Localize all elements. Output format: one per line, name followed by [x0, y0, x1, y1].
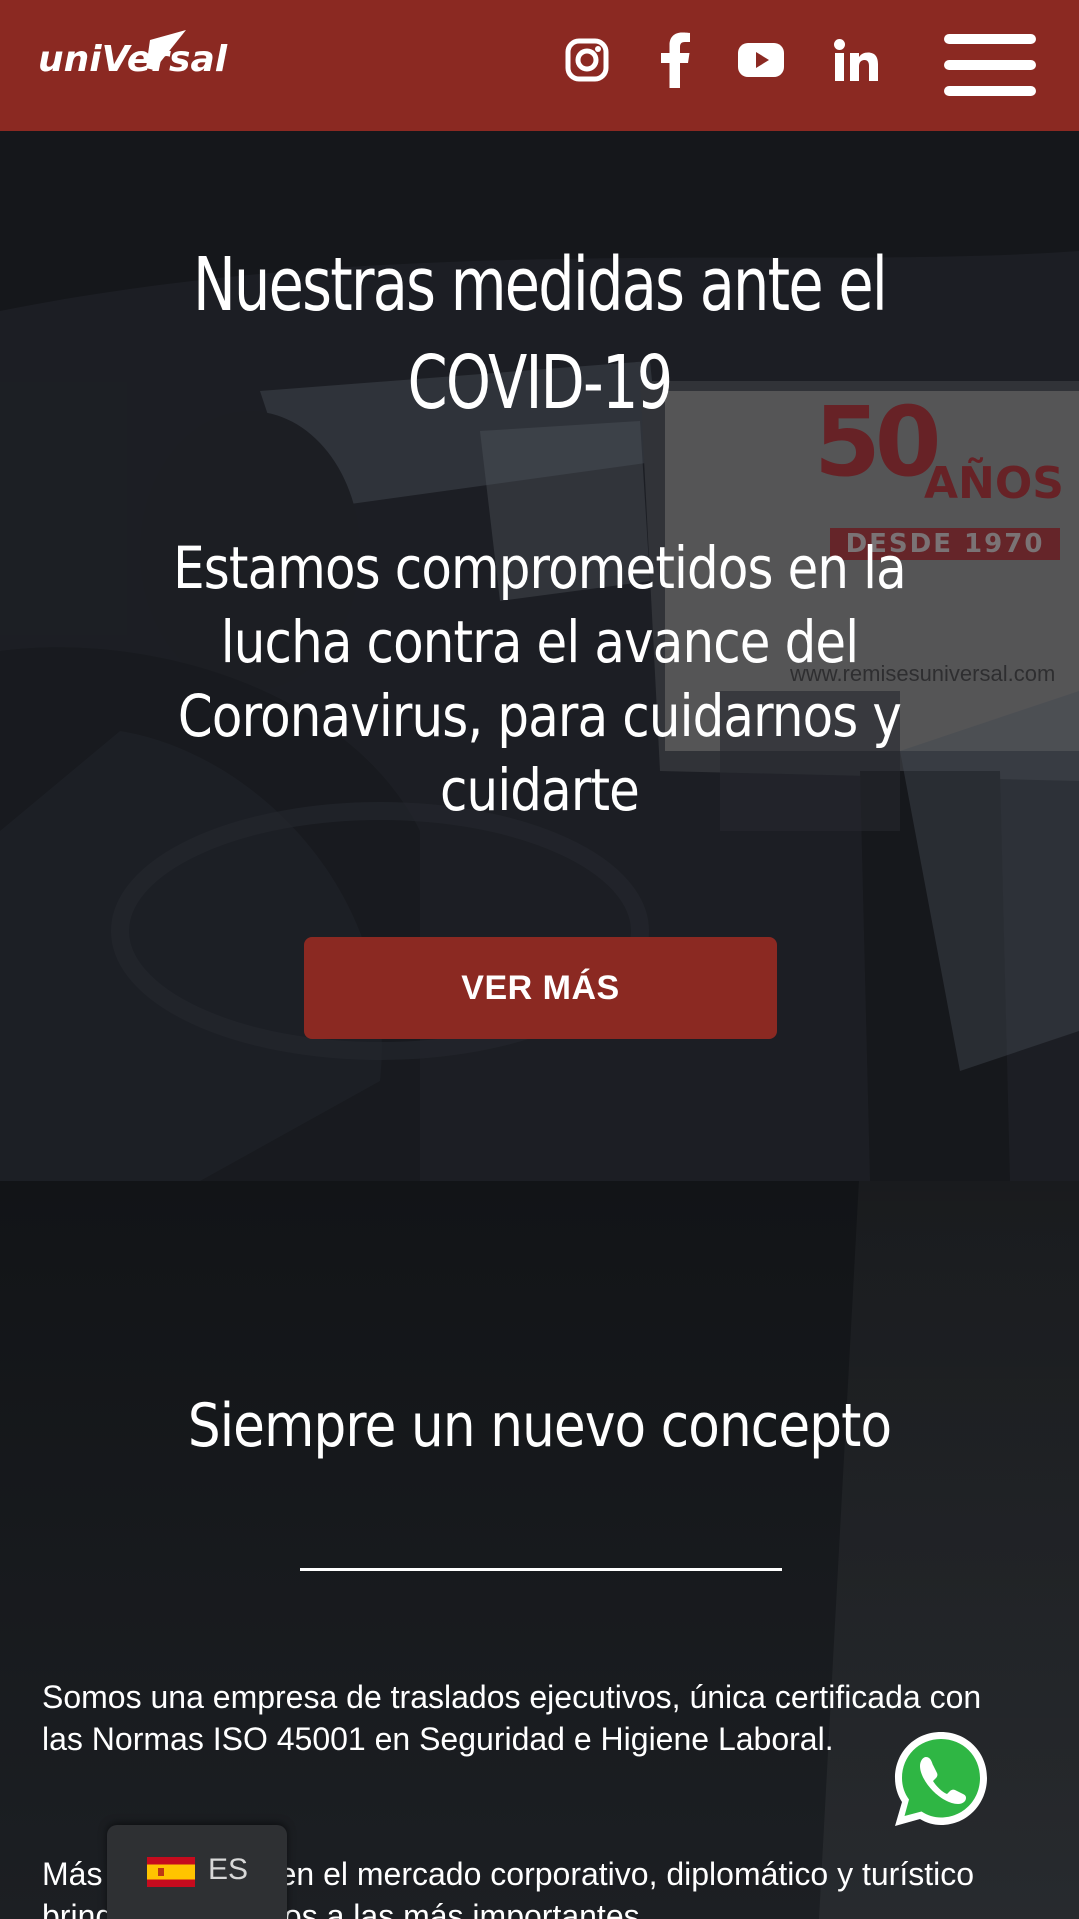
youtube-link[interactable] [733, 30, 789, 90]
hero-subtitle: Estamos comprometidos en la lucha contra… [173, 534, 907, 824]
menu-bar [944, 60, 1036, 70]
page: uniVersal 50 AÑOS DESDE 1970 www.remises… [0, 0, 1079, 1919]
whatsapp-icon [895, 1732, 987, 1826]
language-label: ES [208, 1853, 249, 1886]
facebook-link[interactable] [647, 30, 703, 90]
about-title: Siempre un nuevo concepto [187, 1391, 892, 1461]
instagram-icon [565, 38, 609, 82]
whatsapp-button[interactable] [886, 1724, 996, 1834]
linkedin-link[interactable] [828, 30, 884, 90]
site-header: uniVersal [0, 0, 1079, 131]
hamburger-menu-button[interactable] [944, 30, 1040, 100]
linkedin-icon [834, 39, 878, 81]
hero-section: 50 AÑOS DESDE 1970 www.remisesuniversal.… [0, 131, 1079, 1181]
facebook-icon [661, 32, 690, 88]
menu-bar [944, 86, 1036, 96]
spain-flag-icon [147, 1857, 195, 1887]
menu-bar [944, 34, 1036, 44]
instagram-link[interactable] [559, 30, 615, 90]
about-paragraph-1: Somos una empresa de traslados ejecutivo… [42, 1679, 982, 1757]
logo-text: uniVersal [38, 39, 228, 80]
hero-title: Nuestras medidas ante el COVID-19 [192, 242, 888, 426]
language-switcher[interactable]: ES [107, 1825, 287, 1919]
logo[interactable]: uniVersal [38, 28, 228, 84]
title-divider [300, 1568, 782, 1571]
youtube-icon [738, 43, 784, 77]
ver-mas-button[interactable]: VER MÁS [304, 937, 777, 1039]
